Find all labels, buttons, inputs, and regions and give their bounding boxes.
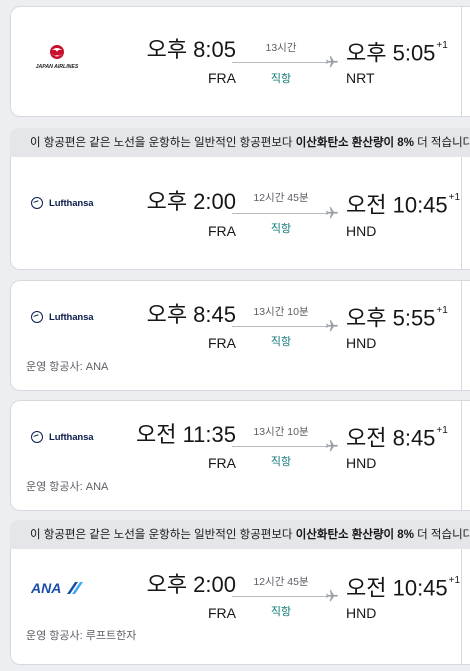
airplane-icon: [326, 207, 338, 219]
flight-duration: 13시간: [265, 42, 297, 54]
arrival-time: 오후 5:05+1: [346, 40, 448, 66]
day-offset: +1: [448, 575, 461, 586]
card-divider: [461, 401, 462, 510]
operator-label: 운영 항공사: 루프트한자: [26, 630, 137, 642]
flight-card[interactable]: Lufthansa 오후 8:45 FRA 13시간 10분 직항 오후 5:5…: [10, 280, 470, 391]
arrival-time: 오전 10:45+1: [346, 575, 461, 601]
flight-card[interactable]: Lufthansa 오후 2:00 FRA 12시간 45분 직항 오전 10:…: [10, 157, 470, 270]
arrival-time: 오전 8:45+1: [346, 425, 448, 451]
operator-label: 운영 항공사: ANA: [26, 481, 109, 493]
flight-duration: 13시간 10분: [253, 426, 309, 438]
departure-time: 오후 8:05: [146, 37, 236, 62]
route-line: [232, 213, 328, 214]
operator-label: 운영 항공사: ANA: [26, 361, 109, 373]
departure-time: 오전 11:35: [135, 422, 236, 447]
day-offset: +1: [436, 40, 448, 51]
flight-duration: 13시간 10분: [253, 306, 309, 318]
crane-icon: [31, 431, 43, 443]
flight-duration: 12시간 45분: [253, 192, 309, 204]
crane-icon: [31, 197, 43, 209]
jal-logo: JAPAN AIRLINES: [31, 43, 83, 71]
co2-banner: 이 항공편은 같은 노선을 운항하는 일반적인 항공편보다 이산화탄소 환산량이…: [10, 128, 470, 158]
co2-banner: 이 항공편은 같은 노선을 운항하는 일반적인 항공편보다 이산화탄소 환산량이…: [10, 520, 470, 550]
lufthansa-logo: Lufthansa: [31, 197, 94, 209]
departure-time: 오후 2:00: [146, 572, 236, 597]
stops-label: 직항: [270, 606, 292, 618]
arrival-airport: HND: [346, 223, 377, 239]
departure-time: 오후 8:45: [146, 302, 236, 327]
svg-text:JAPAN AIRLINES: JAPAN AIRLINES: [36, 64, 79, 70]
airplane-icon: [326, 320, 338, 332]
day-offset: +1: [448, 192, 461, 203]
airplane-icon: [326, 590, 338, 602]
stops-label: 직항: [270, 456, 292, 468]
lufthansa-logo: Lufthansa: [31, 431, 94, 443]
arrival-time: 오전 10:45+1: [346, 192, 461, 218]
stops-label: 직항: [270, 336, 292, 348]
route-line: [232, 62, 328, 63]
route-line: [232, 446, 328, 447]
lufthansa-logo: Lufthansa: [31, 311, 94, 323]
svg-text:ANA: ANA: [31, 580, 61, 596]
airplane-icon: [326, 440, 338, 452]
stops-label: 직항: [270, 73, 292, 85]
card-divider: [461, 281, 462, 390]
arrival-airport: HND: [346, 335, 377, 351]
day-offset: +1: [436, 425, 448, 436]
arrival-airport: HND: [346, 455, 377, 471]
flight-card[interactable]: JAPAN AIRLINES 오후 8:05 FRA 13시간 직항 오후 5:…: [10, 6, 470, 117]
arrival-time: 오후 5:55+1: [346, 305, 448, 331]
airplane-icon: [326, 56, 338, 68]
ana-logo: ANA: [31, 580, 83, 596]
route-line: [232, 596, 328, 597]
stops-label: 직항: [270, 223, 292, 235]
flight-card[interactable]: ANA 오후 2:00 FRA 12시간 45분 직항 오전 10:45+1 H…: [10, 549, 470, 665]
card-divider: [461, 157, 462, 269]
crane-icon: [31, 311, 43, 323]
card-divider: [461, 7, 462, 116]
day-offset: +1: [436, 305, 448, 316]
route-line: [232, 326, 328, 327]
flight-card[interactable]: Lufthansa 오전 11:35 FRA 13시간 10분 직항 오전 8:…: [10, 400, 470, 511]
arrival-airport: NRT: [346, 70, 375, 86]
card-divider: [461, 549, 462, 664]
flight-duration: 12시간 45분: [253, 576, 309, 588]
arrival-airport: HND: [346, 605, 377, 621]
departure-time: 오후 2:00: [146, 189, 236, 214]
